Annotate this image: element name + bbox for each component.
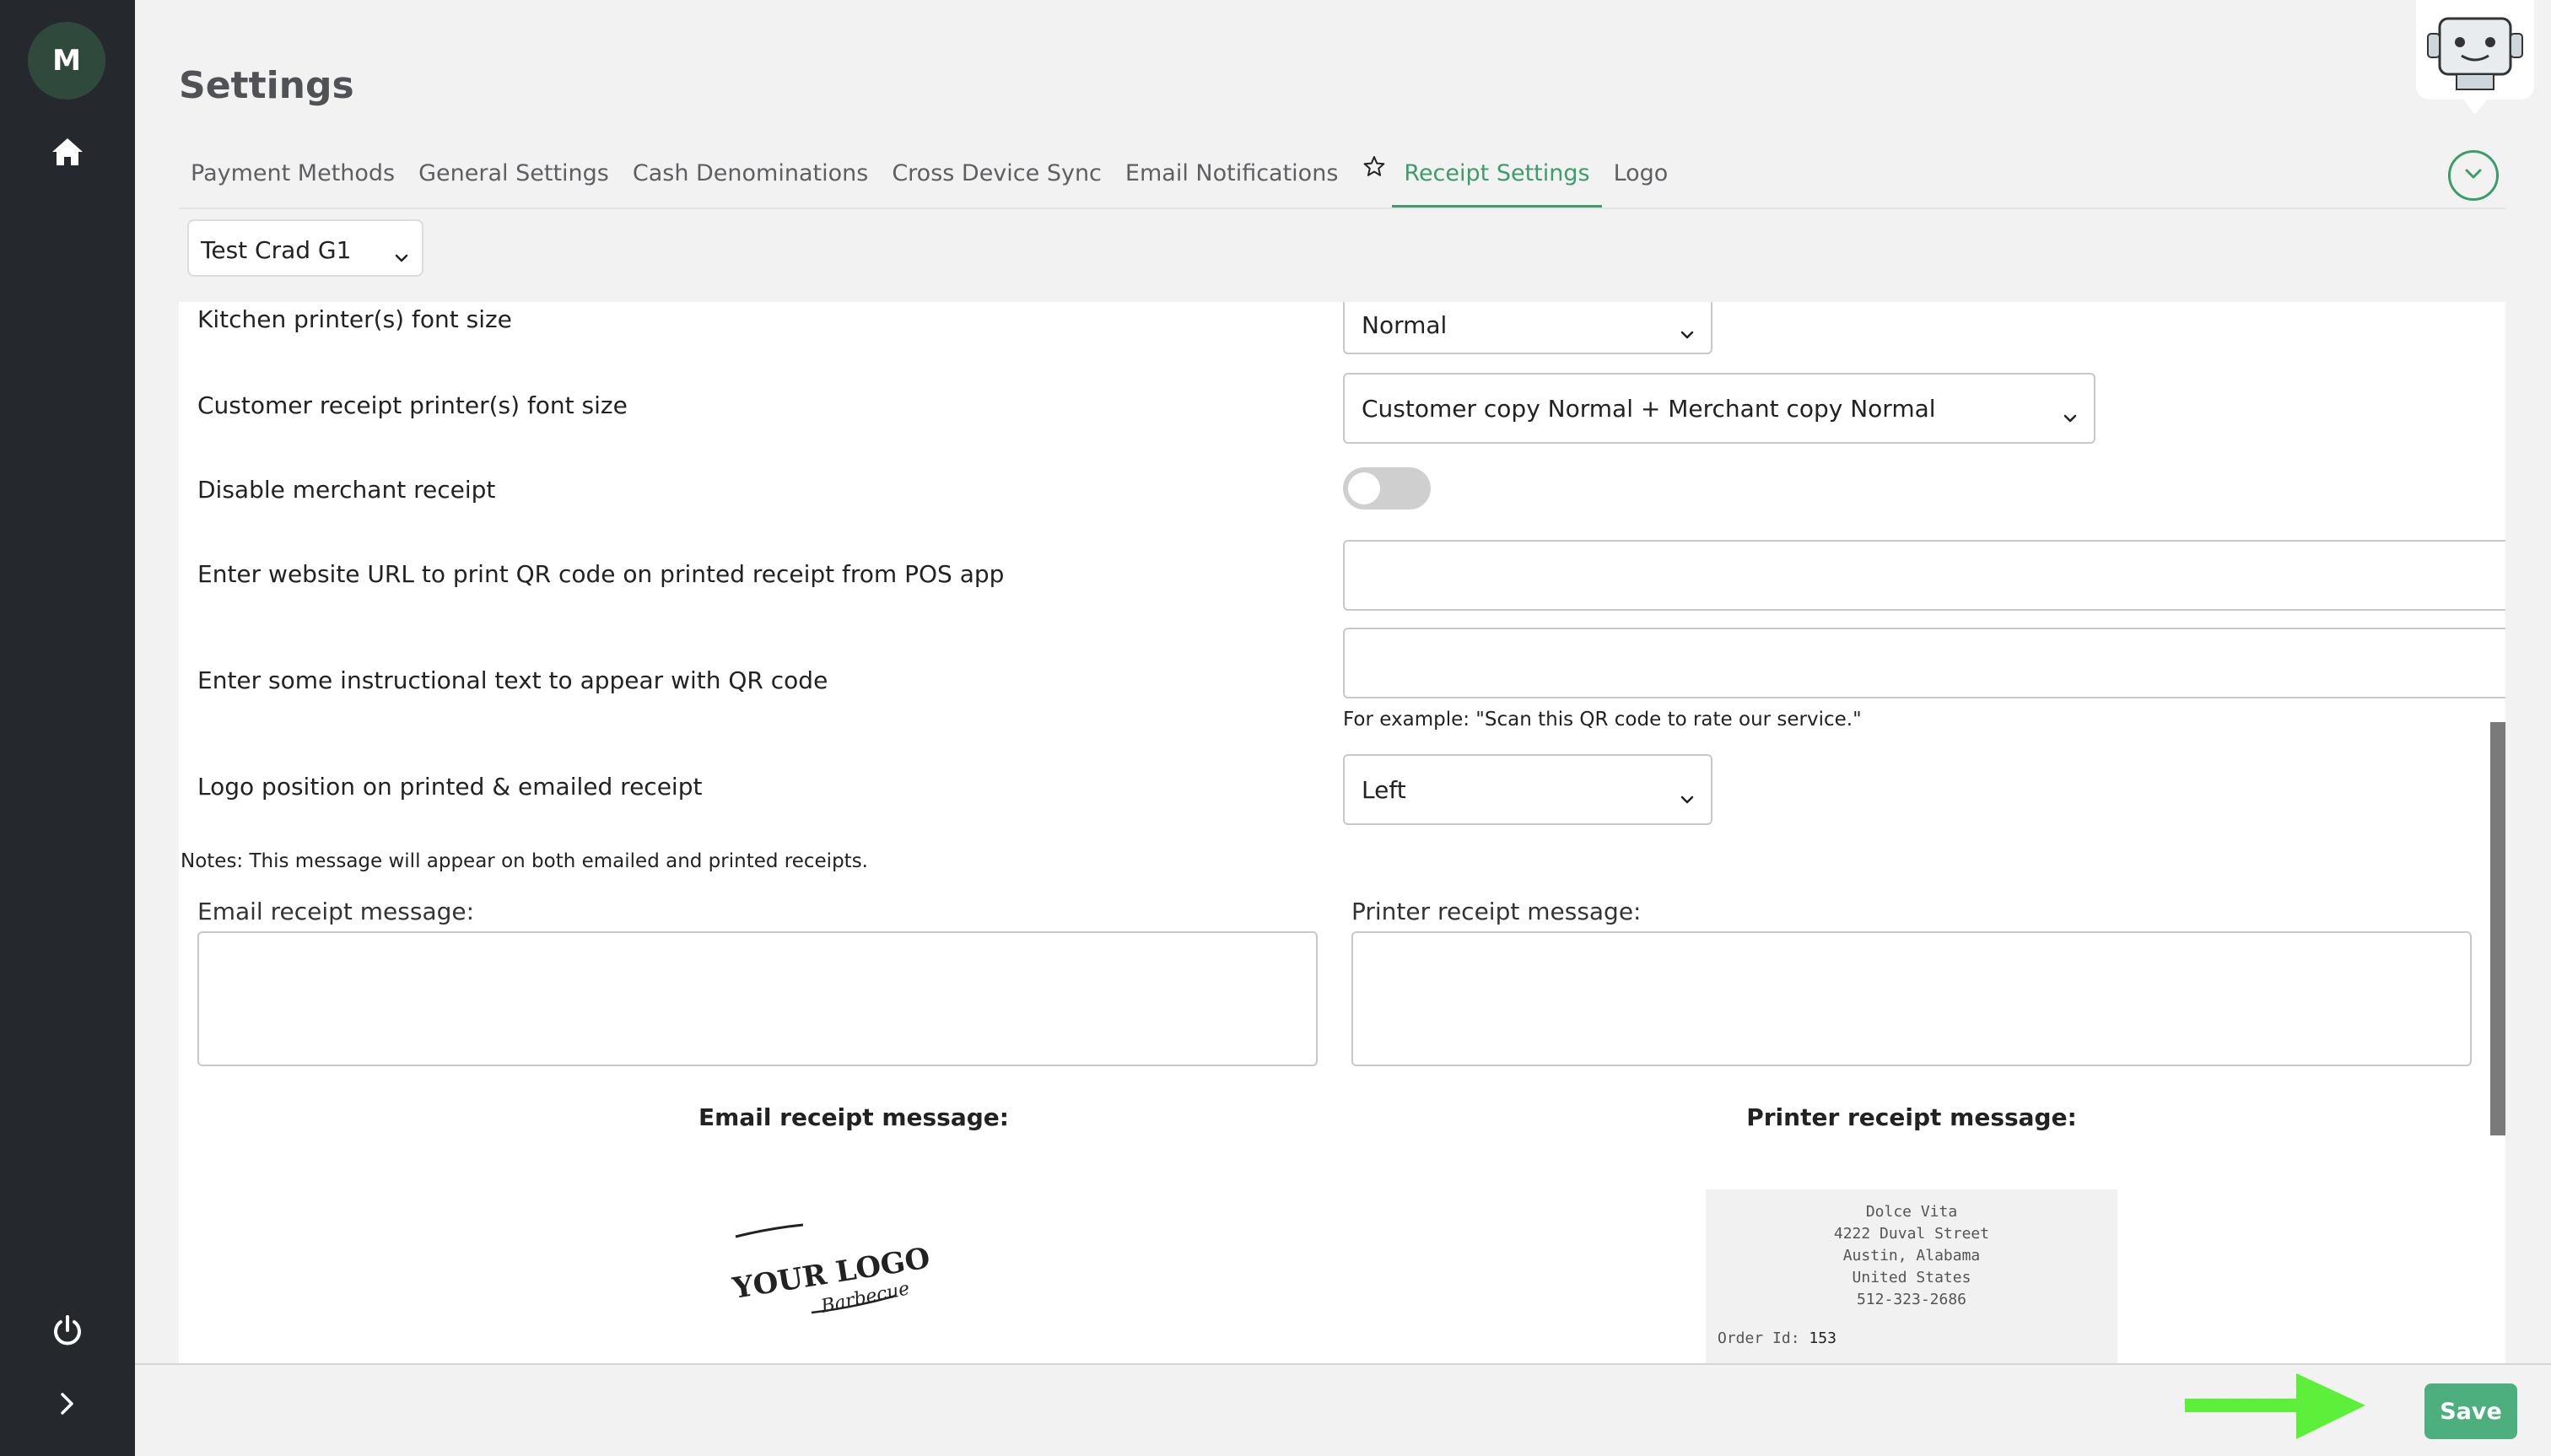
chevron-down-icon: [1680, 783, 1694, 811]
chevron-down-icon: [2063, 402, 2077, 429]
disable-merchant-toggle[interactable]: [1343, 467, 1431, 510]
tab-payment-methods[interactable]: Payment Methods: [179, 142, 407, 208]
save-button[interactable]: Save: [2424, 1383, 2517, 1439]
customer-font-value: Customer copy Normal + Merchant copy Nor…: [1362, 394, 1936, 423]
receipt-line: 512-323-2686: [1856, 1291, 1967, 1308]
printer-preview-title: Printer receipt message:: [1746, 1103, 2077, 1131]
tab-email-notifications[interactable]: Email Notifications: [1114, 142, 1350, 208]
qr-url-input[interactable]: [1343, 540, 2505, 611]
home-icon[interactable]: [42, 127, 93, 177]
device-select[interactable]: Test Crad G1: [187, 219, 423, 277]
receipt-notes: Notes: This message will appear on both …: [181, 850, 868, 872]
tab-general-settings[interactable]: General Settings: [407, 142, 621, 208]
receipt-preview-image: Dolce Vita 4222 Duval Street Austin, Ala…: [1706, 1189, 2117, 1363]
chevron-down-icon: [2463, 167, 2484, 184]
qr-url-label: Enter website URL to print QR code on pr…: [197, 560, 1005, 588]
kitchen-font-value: Normal: [1362, 310, 1448, 339]
tabs-divider: [179, 208, 2505, 209]
qr-text-input[interactable]: [1343, 628, 2505, 698]
qr-text-hint: For example: "Scan this QR code to rate …: [1343, 709, 1862, 731]
collapse-button[interactable]: [2448, 150, 2499, 201]
email-preview-title: Email receipt message:: [698, 1103, 1009, 1131]
device-select-value: Test Crad G1: [201, 236, 352, 264]
settings-tabs: Payment Methods General Settings Cash De…: [179, 142, 1680, 208]
star-icon[interactable]: [1350, 142, 1392, 181]
logo-preview-image: YOUR LOGO Barbecue: [719, 1213, 972, 1323]
printer-message-label: Printer receipt message:: [1351, 898, 1642, 925]
tab-receipt-settings[interactable]: Receipt Settings: [1392, 142, 1602, 208]
receipt-line: 4222 Duval Street: [1833, 1225, 1990, 1243]
receipt-line: Austin, Alabama: [1842, 1247, 1981, 1265]
logo-position-label: Logo position on printed & emailed recei…: [197, 773, 703, 801]
robot-assistant-icon[interactable]: [2406, 0, 2544, 116]
avatar[interactable]: M: [28, 22, 105, 100]
receipt-line: United States: [1852, 1269, 1971, 1286]
customer-font-label: Customer receipt printer(s) font size: [197, 391, 628, 419]
chevron-right-icon[interactable]: [42, 1378, 93, 1429]
logo-position-value: Left: [1362, 775, 1406, 804]
tab-logo[interactable]: Logo: [1602, 142, 1680, 208]
kitchen-font-label: Kitchen printer(s) font size: [197, 305, 512, 333]
printer-message-textarea[interactable]: [1351, 931, 2472, 1066]
chevron-down-icon: [1680, 318, 1694, 346]
power-icon[interactable]: [42, 1306, 93, 1356]
receipt-order-id: Order Id: 153: [1718, 1329, 1836, 1347]
kitchen-font-select[interactable]: Normal: [1343, 302, 1712, 354]
chevron-down-icon: [395, 241, 408, 269]
arrow-right-icon: [2185, 1373, 2365, 1441]
sidebar: M: [0, 0, 135, 1456]
order-id-value: 153: [1809, 1329, 1836, 1347]
disable-merchant-label: Disable merchant receipt: [197, 476, 496, 504]
card-scrollbar[interactable]: [2490, 722, 2505, 1135]
customer-font-select[interactable]: Customer copy Normal + Merchant copy Nor…: [1343, 373, 2095, 444]
email-message-label: Email receipt message:: [197, 898, 475, 925]
order-id-label: Order Id:: [1718, 1329, 1800, 1347]
tab-cross-device-sync[interactable]: Cross Device Sync: [880, 142, 1114, 208]
logo-position-select[interactable]: Left: [1343, 754, 1712, 825]
qr-text-label: Enter some instructional text to appear …: [197, 666, 828, 694]
email-message-textarea[interactable]: [197, 931, 1318, 1066]
page-title: Settings: [179, 64, 354, 107]
receipt-line: Dolce Vita: [1865, 1203, 1958, 1221]
receipt-settings-card: Kitchen printer(s) font size Normal Cust…: [179, 302, 2505, 1363]
tab-cash-denominations[interactable]: Cash Denominations: [621, 142, 880, 208]
